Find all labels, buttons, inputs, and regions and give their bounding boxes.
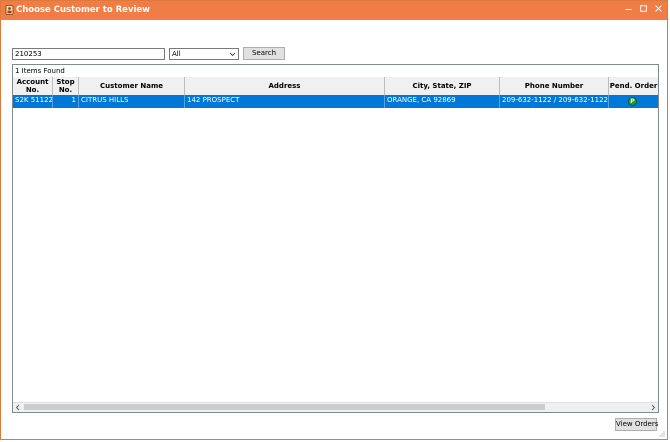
maximize-icon <box>640 5 647 12</box>
column-header-customer-name[interactable]: Customer Name <box>79 77 185 95</box>
cell-phone-number: 209-632-1122 / 209-632-1122 <box>500 95 609 108</box>
window-title: Choose Customer to Review <box>16 5 151 15</box>
search-button[interactable]: Search <box>243 47 285 60</box>
customer-results-grid[interactable]: 1 Items Found Account No. Stop No. Custo… <box>12 64 659 413</box>
chevron-down-icon <box>229 52 236 57</box>
minimize-icon <box>625 9 632 10</box>
items-found-count: 1 Items Found <box>15 67 65 75</box>
scroll-right-icon[interactable] <box>648 403 658 412</box>
scrollbar-thumb[interactable] <box>24 404 545 410</box>
column-header-stop-no[interactable]: Stop No. <box>53 77 79 95</box>
cell-address: 142 PROSPECT <box>185 95 385 108</box>
customer-review-window: Choose Customer to Review All Search 1 I… <box>0 0 668 440</box>
cell-stop-no: 1 <box>53 95 79 108</box>
filter-selected-value: All <box>172 50 181 58</box>
maximize-button[interactable] <box>636 3 651 18</box>
cell-customer-name: CITRUS HILLS <box>79 95 185 108</box>
cell-pend-order: P <box>609 95 658 108</box>
column-header-account-no[interactable]: Account No. <box>13 77 53 95</box>
close-icon <box>655 5 662 12</box>
cell-city-state-zip: ORANGE, CA 92869 <box>385 95 500 108</box>
app-icon <box>5 5 14 15</box>
cell-account-no: S2K 51122 <box>13 95 53 108</box>
column-header-phone-number[interactable]: Phone Number <box>500 77 609 95</box>
filter-select[interactable]: All <box>169 48 239 60</box>
resize-grip-icon[interactable] <box>659 431 665 437</box>
close-button[interactable] <box>651 3 666 18</box>
view-orders-button[interactable]: View Orders <box>615 418 658 431</box>
column-header-address[interactable]: Address <box>185 77 385 95</box>
grid-header-row: Account No. Stop No. Customer Name Addre… <box>13 77 658 96</box>
table-row[interactable]: S2K 51122 1 CITRUS HILLS 142 PROSPECT OR… <box>13 95 658 108</box>
pending-order-badge[interactable]: P <box>628 97 637 106</box>
horizontal-scrollbar[interactable] <box>13 402 658 412</box>
search-input[interactable] <box>12 48 165 60</box>
minimize-button[interactable] <box>621 3 636 18</box>
title-bar[interactable]: Choose Customer to Review <box>1 1 667 20</box>
scroll-left-icon[interactable] <box>13 403 23 412</box>
column-header-city-state-zip[interactable]: City, State, ZIP <box>385 77 500 95</box>
column-header-pend-order[interactable]: Pend. Order <box>609 77 658 95</box>
